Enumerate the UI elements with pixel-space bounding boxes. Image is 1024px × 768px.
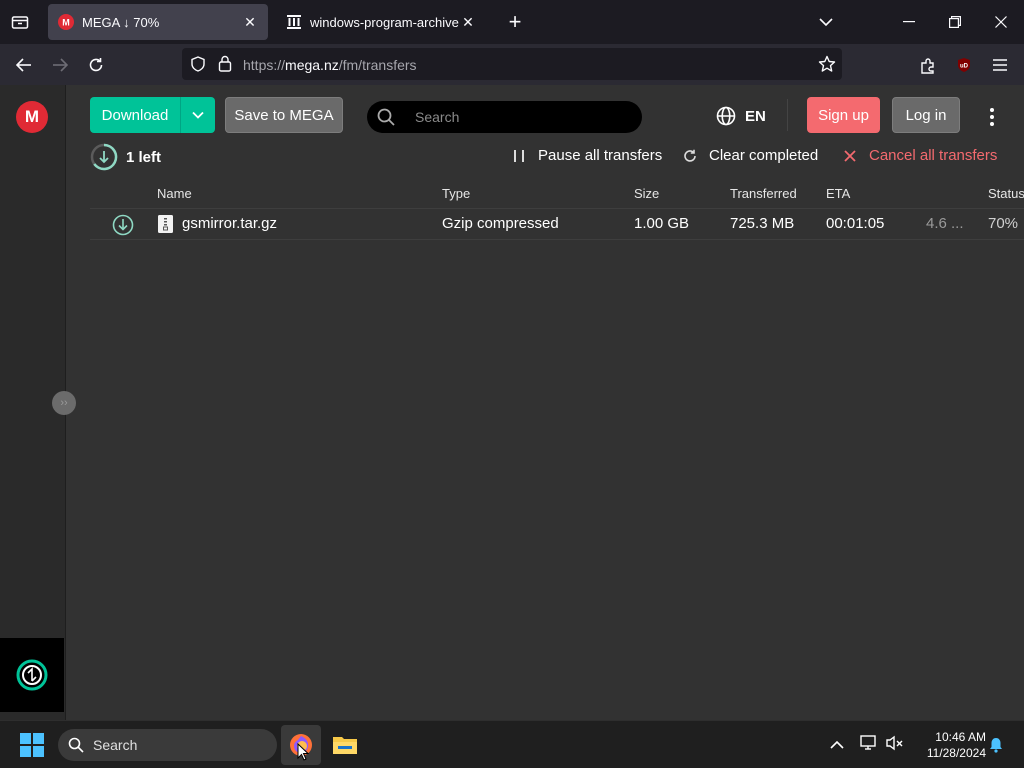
back-arrow-icon[interactable] — [11, 52, 37, 78]
chevron-up-icon[interactable] — [830, 737, 844, 755]
download-progress-ring-icon — [90, 143, 118, 171]
taskbar-search-placeholder: Search — [93, 737, 138, 753]
file-name: gsmirror.tar.gz — [182, 215, 278, 232]
close-icon[interactable]: ✕ — [242, 14, 258, 30]
cancel-x-icon — [843, 149, 857, 163]
tab-list-icon[interactable] — [8, 10, 32, 34]
clock-date: 11/28/2024 — [926, 746, 986, 760]
hamburger-menu-icon[interactable] — [987, 52, 1013, 78]
tab-title: windows-program-archive dire — [310, 14, 460, 30]
tab-title: MEGA ↓ 70% — [82, 14, 160, 30]
clear-completed-label: Clear completed — [709, 147, 819, 164]
svg-text:M: M — [62, 18, 70, 28]
transfers-remaining: 1 left — [90, 143, 161, 171]
clock-time: 10:46 AM — [935, 730, 986, 744]
mouse-cursor-icon — [297, 742, 310, 766]
system-clock[interactable]: 10:46 AM 11/28/2024 — [914, 729, 986, 761]
more-options-icon[interactable] — [980, 103, 1004, 131]
file-size: 1.00 GB — [634, 215, 690, 232]
mega-logo-icon[interactable]: M — [16, 101, 48, 133]
restore-button[interactable] — [932, 0, 978, 44]
network-icon[interactable] — [860, 735, 878, 756]
language-label: EN — [745, 107, 766, 125]
search-icon — [377, 108, 395, 126]
download-button-label: Download — [101, 106, 169, 124]
search-icon — [68, 737, 84, 753]
lock-icon[interactable] — [218, 55, 232, 72]
bookmark-star-icon[interactable] — [818, 55, 836, 73]
cancel-all-label: Cancel all transfers — [869, 147, 998, 164]
extensions-puzzle-icon[interactable] — [915, 52, 941, 78]
browser-nav-bar: https://mega.nz/fm/transfers uD — [0, 44, 1024, 85]
column-header-eta[interactable]: ETA — [826, 186, 850, 201]
transfers-table-header: Name Type Size Transferred ETA Status — [90, 186, 1024, 208]
column-header-size[interactable]: Size — [634, 186, 659, 201]
file-type: Gzip compressed — [442, 215, 559, 232]
column-header-transferred[interactable]: Transferred — [730, 186, 797, 201]
tab-archive[interactable]: windows-program-archive dire ✕ — [276, 4, 486, 40]
signup-button[interactable]: Sign up — [807, 97, 880, 133]
sidebar-bottom-panel — [0, 638, 64, 712]
status-percent: 70% — [988, 215, 1019, 232]
pause-icon — [512, 149, 526, 163]
window-close-button[interactable] — [978, 0, 1024, 44]
mega-transfers-page: M ›› Download Save to MEGA Search EN Sig… — [0, 85, 1024, 720]
pause-all-label: Pause all transfers — [538, 147, 663, 164]
forward-arrow-icon[interactable] — [47, 52, 73, 78]
volume-muted-icon[interactable] — [886, 735, 904, 756]
login-button[interactable]: Log in — [892, 97, 960, 133]
chevron-down-icon[interactable] — [181, 111, 215, 119]
sidebar-expand-icon[interactable]: ›› — [52, 391, 76, 415]
toolbar-divider — [787, 99, 788, 131]
transfer-speed: 4.6 ... — [926, 215, 964, 232]
url-bar[interactable]: https://mega.nz/fm/transfers — [182, 48, 842, 80]
globe-icon — [716, 106, 736, 126]
svg-text:uD: uD — [960, 64, 969, 70]
transfer-progress-widget-icon[interactable] — [16, 659, 48, 691]
pause-all-transfers-button[interactable]: Pause all transfers — [512, 147, 662, 164]
remaining-count-label: 1 left — [126, 148, 162, 166]
cancel-all-transfers-button[interactable]: Cancel all transfers — [843, 147, 997, 164]
refresh-icon — [683, 149, 697, 163]
tab-mega[interactable]: M MEGA ↓ 70% ✕ — [48, 4, 268, 40]
eta-value: 00:01:05 — [826, 215, 885, 232]
url-text[interactable]: https://mega.nz/fm/transfers — [243, 57, 417, 73]
windows-start-icon[interactable] — [20, 733, 44, 762]
taskbar-search-input[interactable]: Search — [58, 729, 277, 761]
column-header-status[interactable]: Status — [988, 186, 1024, 201]
download-arrow-icon — [112, 214, 134, 236]
column-header-type[interactable]: Type — [442, 186, 470, 201]
search-placeholder: Search — [415, 109, 460, 125]
download-button[interactable]: Download — [90, 97, 215, 133]
mega-favicon-icon: M — [58, 14, 74, 30]
language-selector[interactable]: EN — [716, 106, 766, 126]
archive-icon — [287, 15, 301, 29]
new-tab-button[interactable]: + — [503, 9, 527, 34]
chevron-down-icon[interactable] — [814, 10, 838, 34]
shield-icon[interactable] — [190, 56, 206, 72]
reload-icon[interactable] — [83, 52, 109, 78]
windows-taskbar: Search 10:46 AM 11/28/2024 — [0, 720, 1024, 768]
file-explorer-taskbar-icon[interactable] — [325, 725, 365, 765]
notification-bell-icon[interactable] — [989, 737, 1003, 758]
table-row[interactable]: gsmirror.tar.gz Gzip compressed 1.00 GB … — [90, 209, 1024, 240]
close-icon[interactable]: ✕ — [460, 14, 476, 30]
compressed-file-icon — [158, 215, 173, 233]
column-header-name[interactable]: Name — [157, 186, 192, 201]
search-input[interactable]: Search — [367, 101, 642, 133]
ublock-origin-icon[interactable]: uD — [951, 52, 977, 78]
browser-tab-strip: M MEGA ↓ 70% ✕ windows-program-archive d… — [0, 0, 1024, 44]
clear-completed-button[interactable]: Clear completed — [683, 147, 818, 164]
minimize-button[interactable] — [886, 0, 932, 44]
transferred-amount: 725.3 MB — [730, 215, 795, 232]
save-to-mega-button[interactable]: Save to MEGA — [225, 97, 343, 133]
